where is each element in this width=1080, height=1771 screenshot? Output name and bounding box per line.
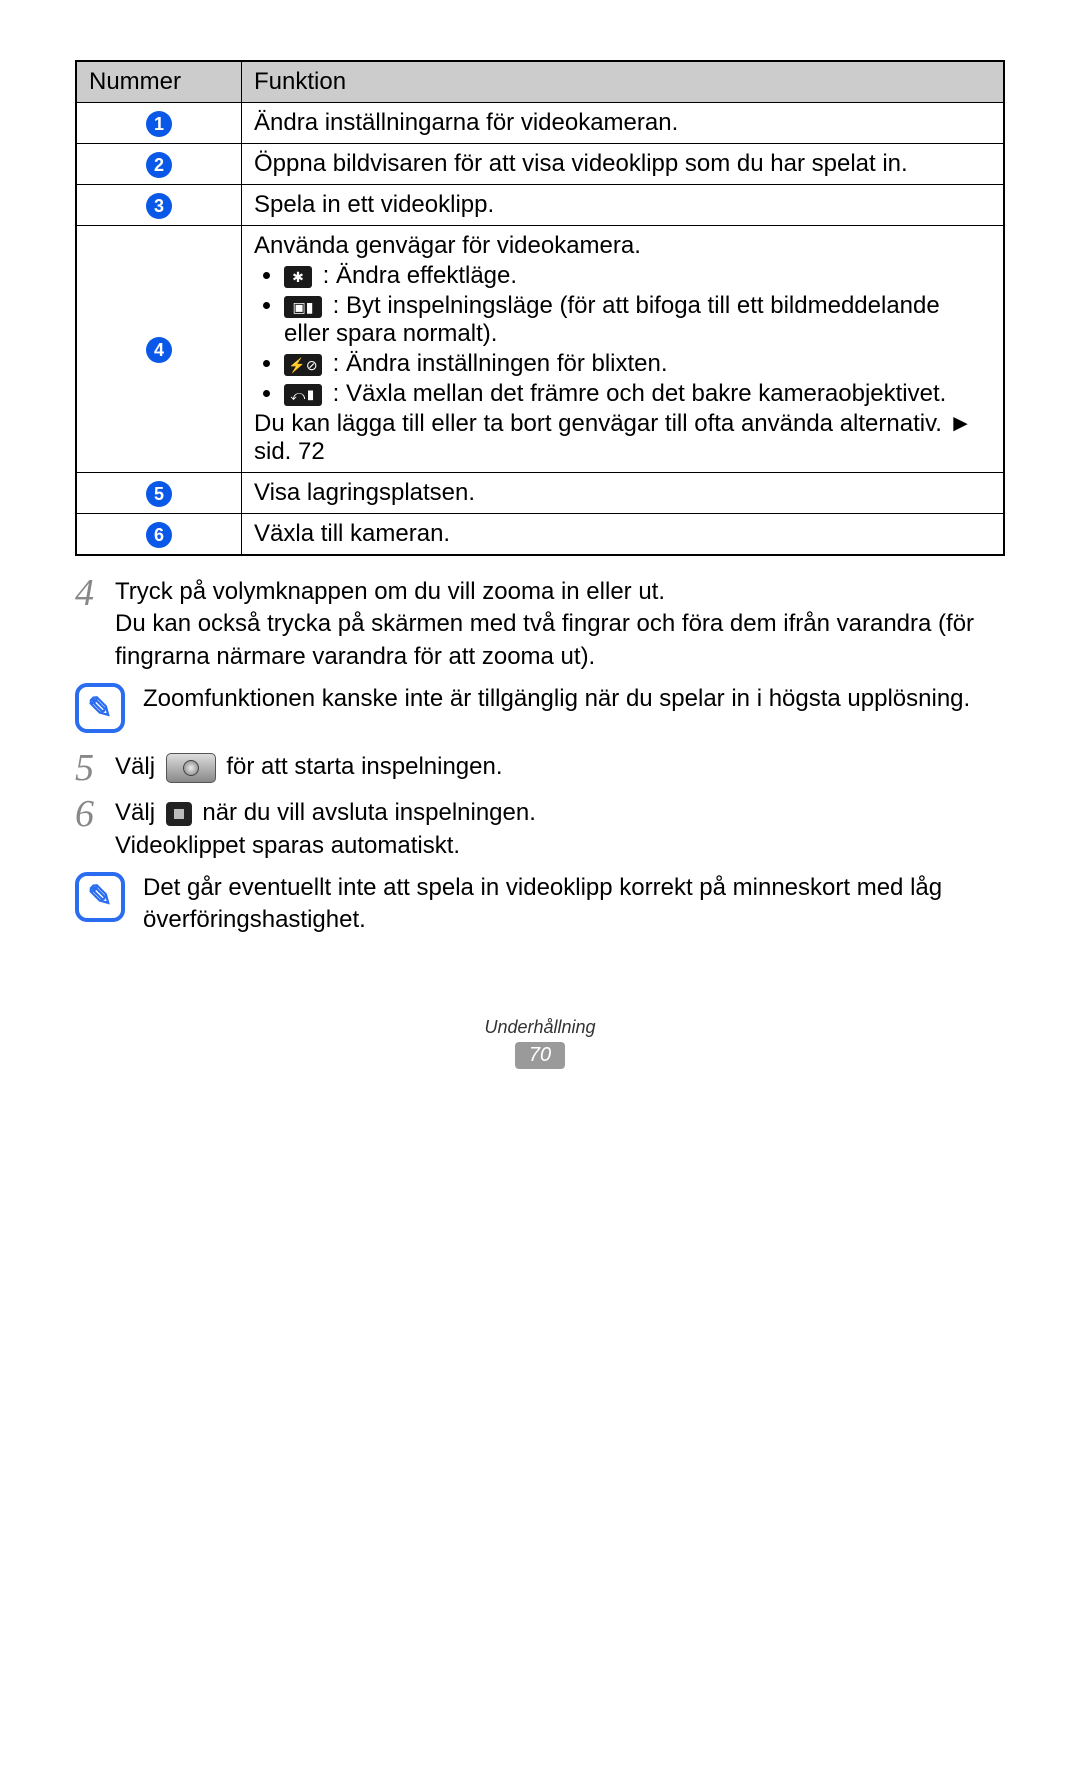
record-button-icon bbox=[166, 753, 216, 783]
flash-setting-icon: ⚡⊘ bbox=[284, 354, 322, 376]
table-header-row: Nummer Funktion bbox=[76, 61, 1004, 103]
callout-1-icon: 1 bbox=[146, 111, 172, 137]
callout-3-icon: 3 bbox=[146, 193, 172, 219]
header-function: Funktion bbox=[242, 61, 1005, 103]
function-4-cell: Använda genvägar för videokamera. ✱ : Än… bbox=[242, 226, 1005, 473]
callout-4-icon: 4 bbox=[146, 337, 172, 363]
step-4: 4 Tryck på volymknappen om du vill zooma… bbox=[75, 576, 1005, 673]
step-6: 6 Välj när du vill avsluta inspelningen.… bbox=[75, 797, 1005, 862]
page-number: 70 bbox=[515, 1042, 565, 1069]
shortcut-item: ⚡⊘ : Ändra inställningen för blixten. bbox=[284, 350, 991, 378]
function-3-text: Spela in ett videoklipp. bbox=[242, 185, 1005, 226]
note-sdcard: ✎ Det går eventuellt inte att spela in v… bbox=[75, 872, 1005, 937]
note-icon: ✎ bbox=[75, 683, 125, 733]
step-number: 5 bbox=[75, 749, 115, 787]
recording-mode-icon: ▣▮ bbox=[284, 296, 322, 318]
step-6-body: Välj när du vill avsluta inspelningen. V… bbox=[115, 797, 1005, 862]
table-row: 3 Spela in ett videoklipp. bbox=[76, 185, 1004, 226]
table-row: 1 Ändra inställningarna för videokameran… bbox=[76, 103, 1004, 144]
function-6-text: Växla till kameran. bbox=[242, 514, 1005, 556]
callout-2-icon: 2 bbox=[146, 152, 172, 178]
stop-button-icon bbox=[166, 802, 192, 826]
shortcut-item: ▣▮ : Byt inspelningsläge (för att bifoga… bbox=[284, 292, 991, 348]
step-number: 4 bbox=[75, 574, 115, 673]
note-zoom-text: Zoomfunktionen kanske inte är tillgängli… bbox=[143, 683, 1005, 715]
note-zoom: ✎ Zoomfunktionen kanske inte är tillgäng… bbox=[75, 683, 1005, 733]
header-number: Nummer bbox=[76, 61, 242, 103]
table-row: 5 Visa lagringsplatsen. bbox=[76, 473, 1004, 514]
table-row: 2 Öppna bildvisaren för att visa videokl… bbox=[76, 144, 1004, 185]
callout-6-icon: 6 bbox=[146, 522, 172, 548]
note-sdcard-text: Det går eventuellt inte att spela in vid… bbox=[143, 872, 1005, 937]
function-4-outro: Du kan lägga till eller ta bort genvägar… bbox=[254, 410, 991, 466]
step-number: 6 bbox=[75, 795, 115, 862]
note-icon: ✎ bbox=[75, 872, 125, 922]
function-4-intro: Använda genvägar för videokamera. bbox=[254, 232, 991, 260]
table-row: 4 Använda genvägar för videokamera. ✱ : … bbox=[76, 226, 1004, 473]
callout-5-icon: 5 bbox=[146, 481, 172, 507]
table-row: 6 Växla till kameran. bbox=[76, 514, 1004, 556]
effect-mode-icon: ✱ bbox=[284, 266, 312, 288]
step-5: 5 Välj för att starta inspelningen. bbox=[75, 751, 1005, 787]
switch-camera-icon: ⤺▮ bbox=[284, 384, 322, 406]
function-5-text: Visa lagringsplatsen. bbox=[242, 473, 1005, 514]
page-footer: Underhållning 70 bbox=[75, 1017, 1005, 1069]
step-5-body: Välj för att starta inspelningen. bbox=[115, 751, 1005, 787]
function-1-text: Ändra inställningarna för videokameran. bbox=[242, 103, 1005, 144]
shortcut-item: ✱ : Ändra effektläge. bbox=[284, 262, 991, 290]
manual-page: Nummer Funktion 1 Ändra inställningarna … bbox=[0, 0, 1080, 1600]
shortcut-list: ✱ : Ändra effektläge. ▣▮ : Byt inspelnin… bbox=[264, 262, 991, 408]
section-title: Underhållning bbox=[75, 1017, 1005, 1038]
step-4-body: Tryck på volymknappen om du vill zooma i… bbox=[115, 576, 1005, 673]
function-table: Nummer Funktion 1 Ändra inställningarna … bbox=[75, 60, 1005, 556]
steps-section: 4 Tryck på volymknappen om du vill zooma… bbox=[75, 576, 1005, 937]
shortcut-item: ⤺▮ : Växla mellan det främre och det bak… bbox=[284, 380, 991, 408]
function-2-text: Öppna bildvisaren för att visa videoklip… bbox=[242, 144, 1005, 185]
